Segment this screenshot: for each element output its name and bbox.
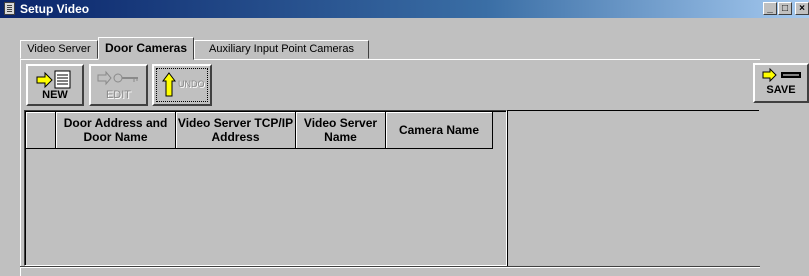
undo-button[interactable]: UNDO — [152, 64, 212, 106]
panel-bottom-highlight — [20, 267, 760, 268]
up-arrow-icon — [162, 72, 176, 97]
column-header-camera-name[interactable]: Camera Name — [386, 112, 493, 149]
tab-door-cameras[interactable]: Door Cameras — [98, 37, 194, 60]
new-button[interactable]: NEW — [26, 64, 84, 106]
undo-button-label: UNDO — [178, 79, 205, 89]
window-title: Setup Video — [20, 2, 90, 16]
arrow-notepad-icon — [36, 70, 71, 89]
column-header-video-server-ip[interactable]: Video Server TCP/IP Address — [176, 112, 296, 149]
close-button[interactable]: × — [795, 2, 809, 15]
arrow-disk-icon — [762, 68, 801, 82]
right-panel-area — [507, 110, 759, 266]
save-button[interactable]: SAVE — [753, 63, 809, 103]
new-button-label: NEW — [42, 89, 68, 101]
grid-body: Door Address and Door Name Video Server … — [25, 111, 508, 266]
maximize-button[interactable]: □ — [778, 2, 792, 15]
tab-auxiliary-input-point-cameras[interactable]: Auxiliary Input Point Cameras — [194, 40, 369, 59]
window-icon[interactable] — [4, 2, 15, 15]
arrow-key-icon — [97, 70, 138, 86]
column-header-video-server-name[interactable]: Video Server Name — [296, 112, 386, 149]
column-header-door-address[interactable]: Door Address and Door Name — [56, 112, 176, 149]
save-button-label: SAVE — [766, 84, 796, 96]
door-cameras-grid[interactable]: Door Address and Door Name Video Server … — [24, 110, 508, 266]
minimize-button[interactable]: _ — [763, 2, 777, 15]
edit-button[interactable]: EDIT — [89, 64, 148, 106]
grid-row-selector-header[interactable] — [26, 112, 56, 149]
edit-button-label: EDIT — [105, 89, 132, 101]
window-titlebar: Setup Video _ □ × — [0, 0, 809, 18]
tab-video-server[interactable]: Video Server — [20, 40, 98, 59]
